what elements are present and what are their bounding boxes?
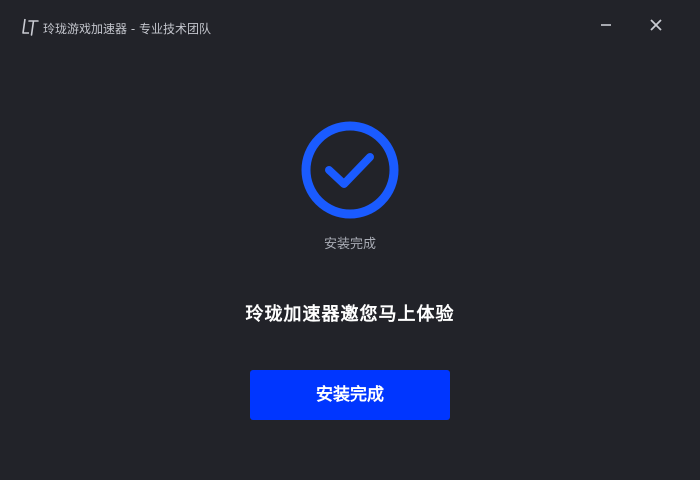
invite-headline: 玲珑加速器邀您马上体验 [245, 304, 455, 325]
installer-window: 玲珑游戏加速器 - 专业技术团队 安装完成 玲珑加速器邀您马上体验 安装完成 [0, 0, 700, 480]
minimize-icon [599, 17, 613, 36]
title-bar[interactable]: 玲珑游戏加速器 - 专业技术团队 [0, 0, 700, 56]
close-button[interactable] [644, 14, 668, 38]
minimize-button[interactable] [594, 14, 618, 38]
finish-install-button[interactable]: 安装完成 [250, 370, 450, 420]
lingling-logo-icon [20, 17, 40, 37]
close-icon [649, 17, 663, 36]
window-title: 玲珑游戏加速器 - 专业技术团队 [43, 22, 211, 36]
check-circle-icon [300, 120, 400, 220]
install-status-label: 安装完成 [323, 237, 376, 252]
